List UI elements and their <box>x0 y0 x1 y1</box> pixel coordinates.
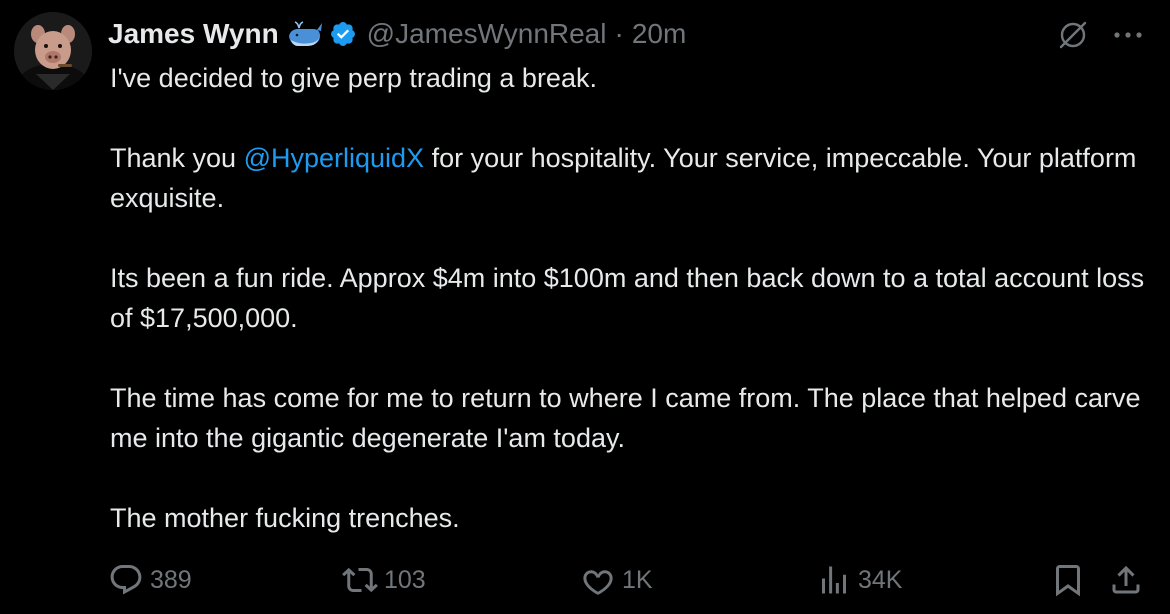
like-count: 1K <box>622 565 653 594</box>
like-button[interactable]: 1K <box>580 558 653 602</box>
grok-icon[interactable] <box>1056 18 1090 52</box>
tweet-paragraph: I've decided to give perp trading a brea… <box>110 63 597 93</box>
repost-button[interactable]: 103 <box>342 558 426 602</box>
reply-button[interactable]: 389 <box>108 558 192 602</box>
whale-emoji-icon <box>287 20 323 48</box>
mention-link[interactable]: @HyperliquidX <box>244 143 424 173</box>
more-icon[interactable] <box>1108 18 1148 52</box>
tweet-paragraph: The mother fucking trenches. <box>110 503 460 533</box>
share-icon <box>1112 565 1140 594</box>
separator-dot: · <box>614 18 624 49</box>
views-icon <box>822 566 846 594</box>
like-icon <box>583 570 613 595</box>
tweet-text-segment: Thank you <box>110 143 244 173</box>
tweet-text: I've decided to give perp trading a brea… <box>110 58 1150 538</box>
tweet-header: James Wynn @JamesWynnReal · 20m <box>108 14 686 54</box>
tweet: James Wynn @JamesWynnReal · 20m I've dec… <box>0 0 1170 614</box>
repost-icon <box>342 567 378 593</box>
bookmark-button[interactable] <box>1050 558 1092 602</box>
share-button[interactable] <box>1108 558 1150 602</box>
avatar[interactable] <box>14 12 92 90</box>
reply-count: 389 <box>150 565 192 594</box>
views-button[interactable]: 34K <box>816 558 902 602</box>
timestamp[interactable]: 20m <box>632 18 686 50</box>
bookmark-icon <box>1056 565 1080 597</box>
display-name[interactable]: James Wynn <box>108 18 279 50</box>
handle[interactable]: @JamesWynnReal <box>367 18 607 50</box>
tweet-paragraph: Its been a fun ride. Approx $4m into $10… <box>110 263 1145 333</box>
tweet-paragraph: Thank you @HyperliquidX for your hospita… <box>110 138 1150 218</box>
views-count: 34K <box>858 565 903 594</box>
verified-badge-icon[interactable] <box>329 20 357 48</box>
reply-icon <box>110 565 142 595</box>
action-bar: 389 103 1K 34K <box>0 558 1170 602</box>
tweet-paragraph: The time has come for me to return to wh… <box>110 383 1141 453</box>
repost-count: 103 <box>384 565 426 594</box>
